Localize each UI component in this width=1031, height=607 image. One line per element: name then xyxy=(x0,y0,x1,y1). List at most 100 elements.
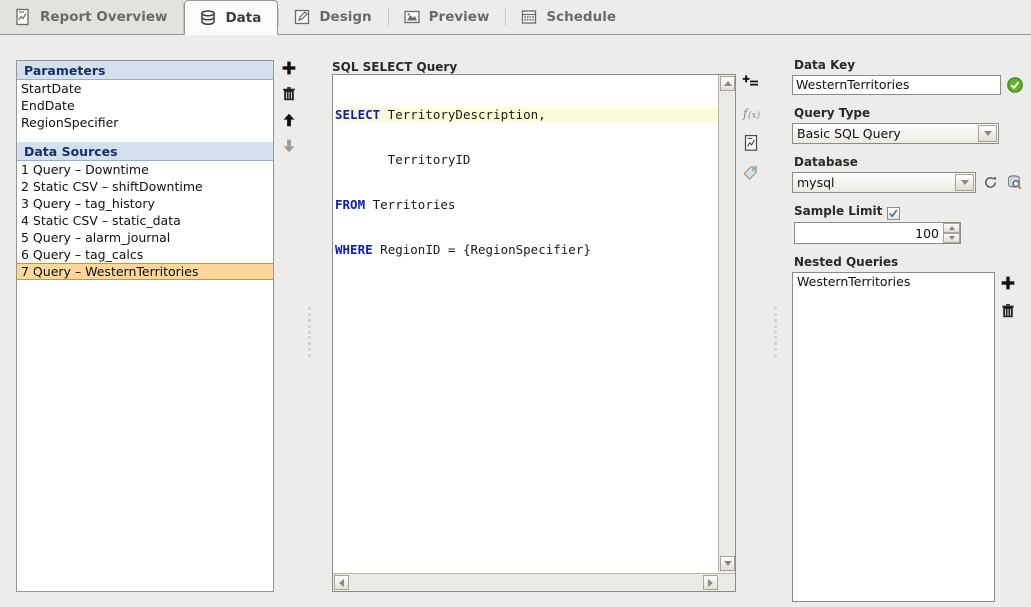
tab-data[interactable]: Data xyxy=(184,0,278,35)
sql-text: RegionID = {RegionSpecifier} xyxy=(373,242,591,257)
add-parameter-icon[interactable] xyxy=(742,74,760,92)
data-sources-toolbar xyxy=(278,60,300,154)
add-icon[interactable] xyxy=(1000,275,1016,291)
sql-editor-panel: SELECT TerritoryDescription, TerritoryID… xyxy=(332,74,736,592)
scroll-right-button[interactable] xyxy=(703,575,718,590)
chevron-down-glyph xyxy=(984,131,992,136)
query-type-select[interactable]: Basic SQL Query xyxy=(792,123,999,144)
chevron-down-icon[interactable] xyxy=(955,174,974,191)
data-key-input[interactable]: WesternTerritories xyxy=(792,75,1001,95)
list-item[interactable]: WesternTerritories xyxy=(793,273,994,290)
stepper-buttons[interactable] xyxy=(943,223,960,243)
chevron-down-icon xyxy=(724,561,732,566)
tab-schedule[interactable]: Schedule xyxy=(506,0,632,34)
tab-preview[interactable]: Preview xyxy=(389,0,506,34)
nested-queries-label: Nested Queries xyxy=(794,255,1031,269)
sql-line: FROM Territories xyxy=(335,197,719,212)
function-fx-icon: f (x) xyxy=(742,104,760,122)
list-item[interactable]: 6 Query – tag_calcs xyxy=(17,246,273,263)
parameters-and-datasources-panel: Parameters StartDate EndDate RegionSpeci… xyxy=(16,60,274,592)
tag-browse-icon xyxy=(742,164,760,182)
stepper-down-button[interactable] xyxy=(943,233,960,243)
tab-label: Report Overview xyxy=(40,9,167,25)
query-type-value: Basic SQL Query xyxy=(797,126,978,141)
data-key-label: Data Key xyxy=(794,58,1031,72)
parameters-header: Parameters xyxy=(17,61,273,80)
list-item-selected[interactable]: 7 Query – WesternTerritories xyxy=(17,263,273,280)
sample-limit-label: Sample Limit xyxy=(794,204,882,218)
move-down-icon xyxy=(281,138,297,154)
chevron-down-glyph xyxy=(961,180,969,185)
splitter-right[interactable] xyxy=(771,305,780,359)
sample-limit-checkbox[interactable] xyxy=(887,207,900,220)
chevron-up-icon xyxy=(949,226,955,230)
chevron-right-icon xyxy=(708,579,713,587)
image-preview-icon xyxy=(403,8,421,26)
tab-report-overview[interactable]: Report Overview xyxy=(0,0,184,34)
calendar-icon xyxy=(520,8,538,26)
sample-limit-label-row: Sample Limit xyxy=(794,204,1031,218)
list-item[interactable]: 4 Static CSV – static_data xyxy=(17,212,273,229)
scroll-left-button[interactable] xyxy=(334,575,349,590)
tab-label: Preview xyxy=(429,9,490,25)
database-select[interactable]: mysql xyxy=(792,172,976,193)
nested-queries-toolbar xyxy=(995,272,1021,319)
parameters-list[interactable]: StartDate EndDate RegionSpecifier xyxy=(17,80,273,131)
scroll-down-button[interactable] xyxy=(720,556,735,571)
scroll-up-button[interactable] xyxy=(720,76,735,91)
main-tab-bar: Report Overview Data Design xyxy=(0,0,1031,35)
sql-query-label: SQL SELECT Query xyxy=(332,60,457,74)
tab-label: Design xyxy=(319,9,371,25)
sql-keyword: SELECT xyxy=(335,107,380,122)
stepper-up-button[interactable] xyxy=(943,223,960,233)
chevron-left-icon xyxy=(339,579,344,587)
sql-text-area[interactable]: SELECT TerritoryDescription, TerritoryID… xyxy=(333,75,719,572)
data-sources-header: Data Sources xyxy=(17,142,273,161)
splitter-left[interactable] xyxy=(305,305,314,359)
sample-limit-stepper[interactable]: 100 xyxy=(794,222,961,244)
tab-label: Schedule xyxy=(546,9,616,25)
list-item[interactable]: 3 Query – tag_history xyxy=(17,195,273,212)
list-item[interactable]: EndDate xyxy=(17,97,273,114)
tab-design[interactable]: Design xyxy=(279,0,387,34)
database-label: Database xyxy=(794,155,1031,169)
chevron-down-icon xyxy=(949,236,955,240)
add-icon[interactable] xyxy=(281,60,297,76)
database-browse-icon[interactable] xyxy=(1006,174,1023,191)
sample-limit-value[interactable]: 100 xyxy=(795,226,943,241)
tab-label: Data xyxy=(225,10,261,26)
refresh-icon[interactable] xyxy=(983,175,998,190)
nested-queries-list[interactable]: WesternTerritories xyxy=(792,272,995,602)
list-item[interactable]: 1 Query – Downtime xyxy=(17,161,273,178)
list-item[interactable]: RegionSpecifier xyxy=(17,114,273,131)
sql-text: TerritoryDescription, xyxy=(380,107,546,122)
sql-line: TerritoryID xyxy=(335,152,719,167)
delete-icon[interactable] xyxy=(281,86,297,102)
sql-editor-toolbar: f (x) xyxy=(740,74,762,182)
sql-line: SELECT TerritoryDescription, xyxy=(335,107,719,122)
report-ref-icon[interactable] xyxy=(742,134,760,152)
database-value: mysql xyxy=(797,175,955,190)
list-item[interactable]: 2 Static CSV – shiftDowntime xyxy=(17,178,273,195)
report-overview-icon xyxy=(14,8,32,26)
data-sources-list[interactable]: 1 Query – Downtime 2 Static CSV – shiftD… xyxy=(17,161,273,280)
sql-keyword: WHERE xyxy=(335,242,373,257)
list-item[interactable]: 5 Query – alarm_journal xyxy=(17,229,273,246)
move-up-icon[interactable] xyxy=(281,112,297,128)
sql-vertical-scrollbar[interactable] xyxy=(718,75,735,572)
sql-keyword: FROM xyxy=(335,197,365,212)
valid-check-icon xyxy=(1007,77,1023,93)
parameters-list-filler xyxy=(17,131,273,142)
sql-line: WHERE RegionID = {RegionSpecifier} xyxy=(335,242,719,257)
list-item[interactable]: StartDate xyxy=(17,80,273,97)
delete-icon[interactable] xyxy=(1000,303,1016,319)
query-properties-panel: Data Key WesternTerritories Query Type B… xyxy=(792,58,1031,598)
sql-text: TerritoryID xyxy=(335,152,470,167)
pencil-edit-icon xyxy=(293,8,311,26)
chevron-up-icon xyxy=(724,81,732,86)
chevron-down-icon[interactable] xyxy=(978,125,997,142)
sql-horizontal-scrollbar[interactable] xyxy=(333,573,736,591)
database-icon xyxy=(199,9,217,27)
sql-text: Territories xyxy=(365,197,455,212)
query-type-label: Query Type xyxy=(794,106,1031,120)
